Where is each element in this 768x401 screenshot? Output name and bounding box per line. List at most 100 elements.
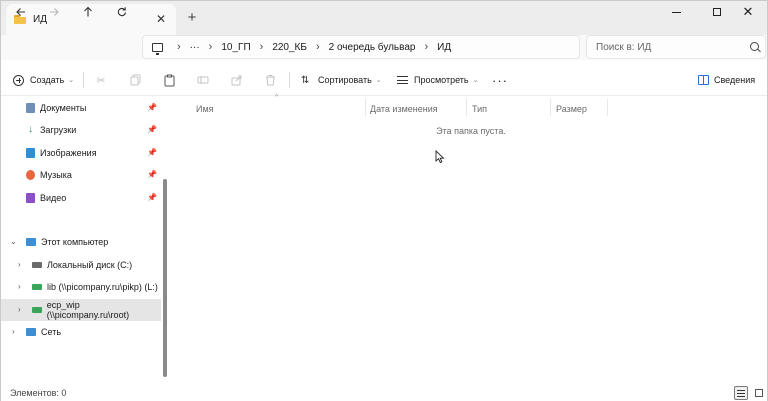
arrow-right-icon [50,8,59,16]
column-divider[interactable] [550,99,551,116]
tiles-view-icon [755,389,763,397]
pin-icon[interactable]: 📌 [147,148,157,157]
cut-icon[interactable]: ✂ [94,73,108,87]
command-bar [1,64,767,96]
sidebar-item-music[interactable]: Музыка 📌 [1,164,161,186]
paste-icon[interactable] [162,73,176,87]
minimize-button[interactable] [657,1,695,23]
chevron-down-icon[interactable]: ⌄ [10,237,17,246]
sidebar-item-label: Загрузки [40,125,77,135]
close-tab-button[interactable]: ✕ [154,12,168,26]
column-divider[interactable] [466,99,467,116]
chevron-right-icon[interactable]: › [18,305,21,314]
view-button[interactable]: Просмотреть ⌄ [397,64,479,96]
music-icon [26,170,35,180]
chevron-right-icon[interactable]: › [12,327,15,336]
chevron-right-icon[interactable]: › [18,260,21,269]
pin-icon[interactable]: 📌 [147,193,157,202]
search-input[interactable]: Поиск в: ИД [586,35,766,59]
sidebar-item-pictures[interactable]: Изображения 📌 [1,142,161,164]
chevron-down-icon: ⌄ [375,77,382,84]
network-drive-icon [32,284,42,290]
sort-button[interactable]: ⇅ Сортировать ⌄ [301,64,382,96]
share-icon[interactable] [230,73,244,87]
sidebar-item-downloads[interactable]: ↓ Загрузки 📌 [1,119,161,141]
tiles-view-button[interactable] [752,386,766,400]
close-window-button[interactable]: ✕ [729,1,767,23]
sidebar-item-this-pc[interactable]: ⌄ Этот компьютер [1,231,161,253]
search-placeholder: Поиск в: ИД [596,41,652,53]
close-icon: ✕ [742,4,754,19]
sidebar-item-drive-l[interactable]: › lib (\\picompany.ru\pikp) (L:) [1,276,161,298]
chevron-right-icon: › [177,41,181,53]
monitor-icon [152,42,163,55]
breadcrumb-item[interactable]: ИД [437,42,451,53]
rename-icon[interactable] [196,73,210,87]
chevron-right-icon: › [315,41,320,53]
sidebar-item-drive-c[interactable]: › Локальный диск (C:) [1,254,161,276]
up-button[interactable] [80,6,96,22]
delete-icon[interactable] [263,73,277,87]
chevron-down-icon: ⌄ [68,77,75,84]
breadcrumb-item[interactable]: 220_КБ [272,42,307,53]
search-icon [750,42,759,51]
copy-icon[interactable] [128,73,142,87]
sidebar-scrollbar[interactable] [163,179,167,377]
pin-icon[interactable]: 📌 [147,103,157,112]
sort-ascending-icon: ^ [275,94,279,101]
pin-icon[interactable]: 📌 [147,170,157,179]
back-button[interactable] [13,6,29,22]
breadcrumb-item[interactable]: 2 очередь бульвар [329,42,416,53]
sidebar-item-label: Музыка [40,170,72,180]
network-icon [26,328,36,336]
more-options-button[interactable]: ··· [492,64,508,96]
sidebar-item-label: Локальный диск (C:) [47,260,133,270]
status-bar [1,384,767,401]
sidebar-item-network[interactable]: › Сеть [1,321,161,343]
downloads-icon: ↓ [28,124,33,135]
column-divider[interactable] [365,99,366,116]
mouse-cursor-icon [435,150,445,164]
tab-title: ИД [33,14,47,25]
more-icon: ··· [492,72,508,88]
network-drive-icon [32,307,42,313]
explorer-window: ИД ✕ + ✕ › ··· › 10_ГП › 220_КБ › 2 очер… [0,0,768,401]
breadcrumb-overflow[interactable]: ··· [190,42,200,53]
column-header-size[interactable]: Размер [556,101,587,116]
list-view-icon [737,389,745,397]
minimize-icon [671,11,681,13]
view-label: Просмотреть [414,75,469,85]
computer-icon [26,238,36,246]
video-icon [26,193,35,203]
column-header-date[interactable]: Дата изменения [370,101,438,116]
sidebar-item-video[interactable]: Видео 📌 [1,187,161,209]
column-header-name[interactable]: Имя [196,101,214,116]
create-button[interactable]: Создать ⌄ [13,64,74,96]
refresh-button[interactable] [114,6,130,22]
sidebar-item-drive-root[interactable]: › ecp_wip (\\picompany.ru\root) [1,299,161,321]
navigation-pane: Документы 📌 ↓ Загрузки 📌 Изображения 📌 М… [1,97,173,383]
pictures-icon [26,148,35,158]
column-header-type[interactable]: Тип [472,101,487,116]
new-tab-button[interactable]: + [184,10,200,26]
breadcrumb-item[interactable]: 10_ГП [221,42,250,53]
empty-folder-message: Эта папка пуста. [436,126,506,136]
details-view-button[interactable] [734,386,748,400]
chevron-right-icon: › [424,41,429,53]
sidebar-item-documents[interactable]: Документы 📌 [1,97,161,119]
address-bar[interactable]: › ··· › 10_ГП › 220_КБ › 2 очередь бульв… [142,35,580,59]
chevron-down-icon: ⌄ [472,77,479,84]
documents-icon [26,103,35,113]
item-count: Элементов: 0 [10,388,67,398]
sidebar-item-label: Сеть [41,327,62,337]
column-divider[interactable] [607,99,608,116]
pin-icon[interactable]: 📌 [147,125,157,134]
file-list[interactable] [173,97,767,383]
forward-button[interactable] [46,6,62,22]
view-icon [397,76,408,84]
maximize-icon [713,8,721,16]
chevron-right-icon: › [208,41,213,53]
details-pane-button[interactable]: Сведения [698,64,755,96]
chevron-right-icon[interactable]: › [18,282,21,291]
plus-circle-icon [13,74,24,86]
